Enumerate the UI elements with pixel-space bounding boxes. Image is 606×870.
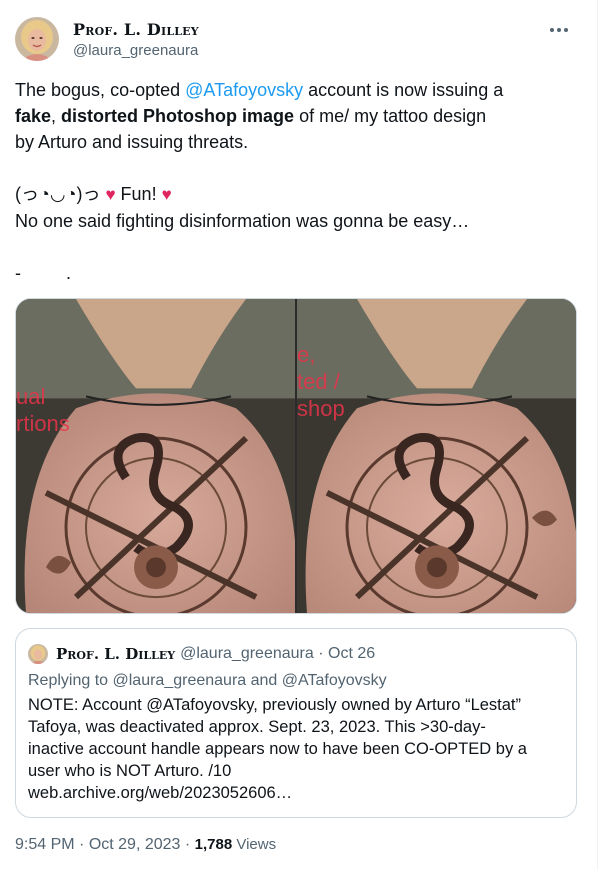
tweet-line: - . <box>15 263 72 283</box>
reply-and: and <box>246 672 282 689</box>
quoted-line: Tafoya, was deactivated approx. Sept. 23… <box>28 718 486 736</box>
replying-to: Replying to @laura_greenaura and @ATafoy… <box>28 670 564 692</box>
quoted-link: web.archive.org/web/2023052606… <box>28 784 293 802</box>
quoted-line: user who is NOT Arturo. /10 <box>28 762 232 780</box>
kaomoji: (っ◔◡◔)っ <box>15 184 106 204</box>
tweet-meta: 9:54 PM · Oct 29, 2023 · 1,788 Views <box>15 836 276 854</box>
separator: · <box>74 836 89 853</box>
quoted-date: Oct 26 <box>328 645 376 662</box>
user-handle[interactable]: @laura_greenaura <box>73 42 198 59</box>
views-label: Views <box>232 836 277 853</box>
tweet-line: by Arturo and issuing threats. <box>15 132 249 152</box>
quoted-line: NOTE: Account @ATafoyovsky, previously o… <box>28 696 522 714</box>
reply-mention: @ATafoyovsky <box>281 672 387 689</box>
quoted-display-name: Prof. L. Dilley <box>56 645 176 663</box>
separator: · <box>180 836 195 853</box>
overlay-text-left: ual rtions <box>16 384 70 436</box>
overlay-text-right: e, ted / shop <box>297 342 345 421</box>
quoted-tweet-header: Prof. L. Dilley @laura_greenaura · Oct 2… <box>28 643 564 665</box>
heart-icon: ♥ <box>161 185 172 204</box>
quoted-text: NOTE: Account @ATafoyovsky, previously o… <box>28 694 564 804</box>
tweet-line: The bogus, co-opted @ATafoyovsky account… <box>15 77 585 103</box>
quoted-handle: @laura_greenaura <box>180 645 314 662</box>
bold-text: fake <box>15 106 52 126</box>
text-segment: account is now issuing a <box>303 80 504 100</box>
text-segment: of me/ my tattoo design <box>294 106 487 126</box>
more-horizontal-icon <box>550 28 568 32</box>
tweet-line: fake, distorted Photoshop image of me/ m… <box>15 103 585 129</box>
tweet-date[interactable]: Oct 29, 2023 <box>89 836 181 853</box>
tweet-line: No one said fighting disinformation was … <box>15 211 470 231</box>
media-grid: ual rtions e, ted / shop <box>15 298 577 614</box>
text-segment: The bogus, co-opted <box>15 80 186 100</box>
avatar[interactable] <box>15 17 59 61</box>
tweet-time[interactable]: 9:54 PM <box>15 836 75 853</box>
heart-icon: ♥ <box>105 185 116 204</box>
tweet-text: The bogus, co-opted @ATafoyovsky account… <box>15 77 585 286</box>
text-segment: Fun! <box>115 184 162 204</box>
reply-mention: @laura_greenaura <box>112 672 247 689</box>
quoted-avatar <box>28 644 48 664</box>
text-segment: , <box>51 106 62 126</box>
mention-link[interactable]: @ATafoyovsky <box>185 80 303 100</box>
tweet-header: Prof. L. Dilley @laura_greenaura <box>15 17 580 65</box>
display-name[interactable]: Prof. L. Dilley <box>73 20 199 39</box>
views-count: 1,788 <box>194 836 233 853</box>
separator: · <box>313 645 328 662</box>
tattoo-photo-left[interactable]: ual rtions <box>16 299 295 613</box>
quoted-tweet[interactable]: Prof. L. Dilley @laura_greenaura · Oct 2… <box>15 628 577 818</box>
tattoo-photo-right[interactable]: e, ted / shop <box>297 299 576 613</box>
tweet-line: (っ◔◡◔)っ ♥ Fun! ♥ <box>15 181 585 208</box>
column-divider <box>597 0 598 870</box>
quoted-line: inactive account handle appears now to h… <box>28 740 527 758</box>
bold-text: distorted Photoshop image <box>61 106 295 126</box>
more-options-button[interactable] <box>544 19 574 41</box>
reply-prefix: Replying to <box>28 672 113 689</box>
